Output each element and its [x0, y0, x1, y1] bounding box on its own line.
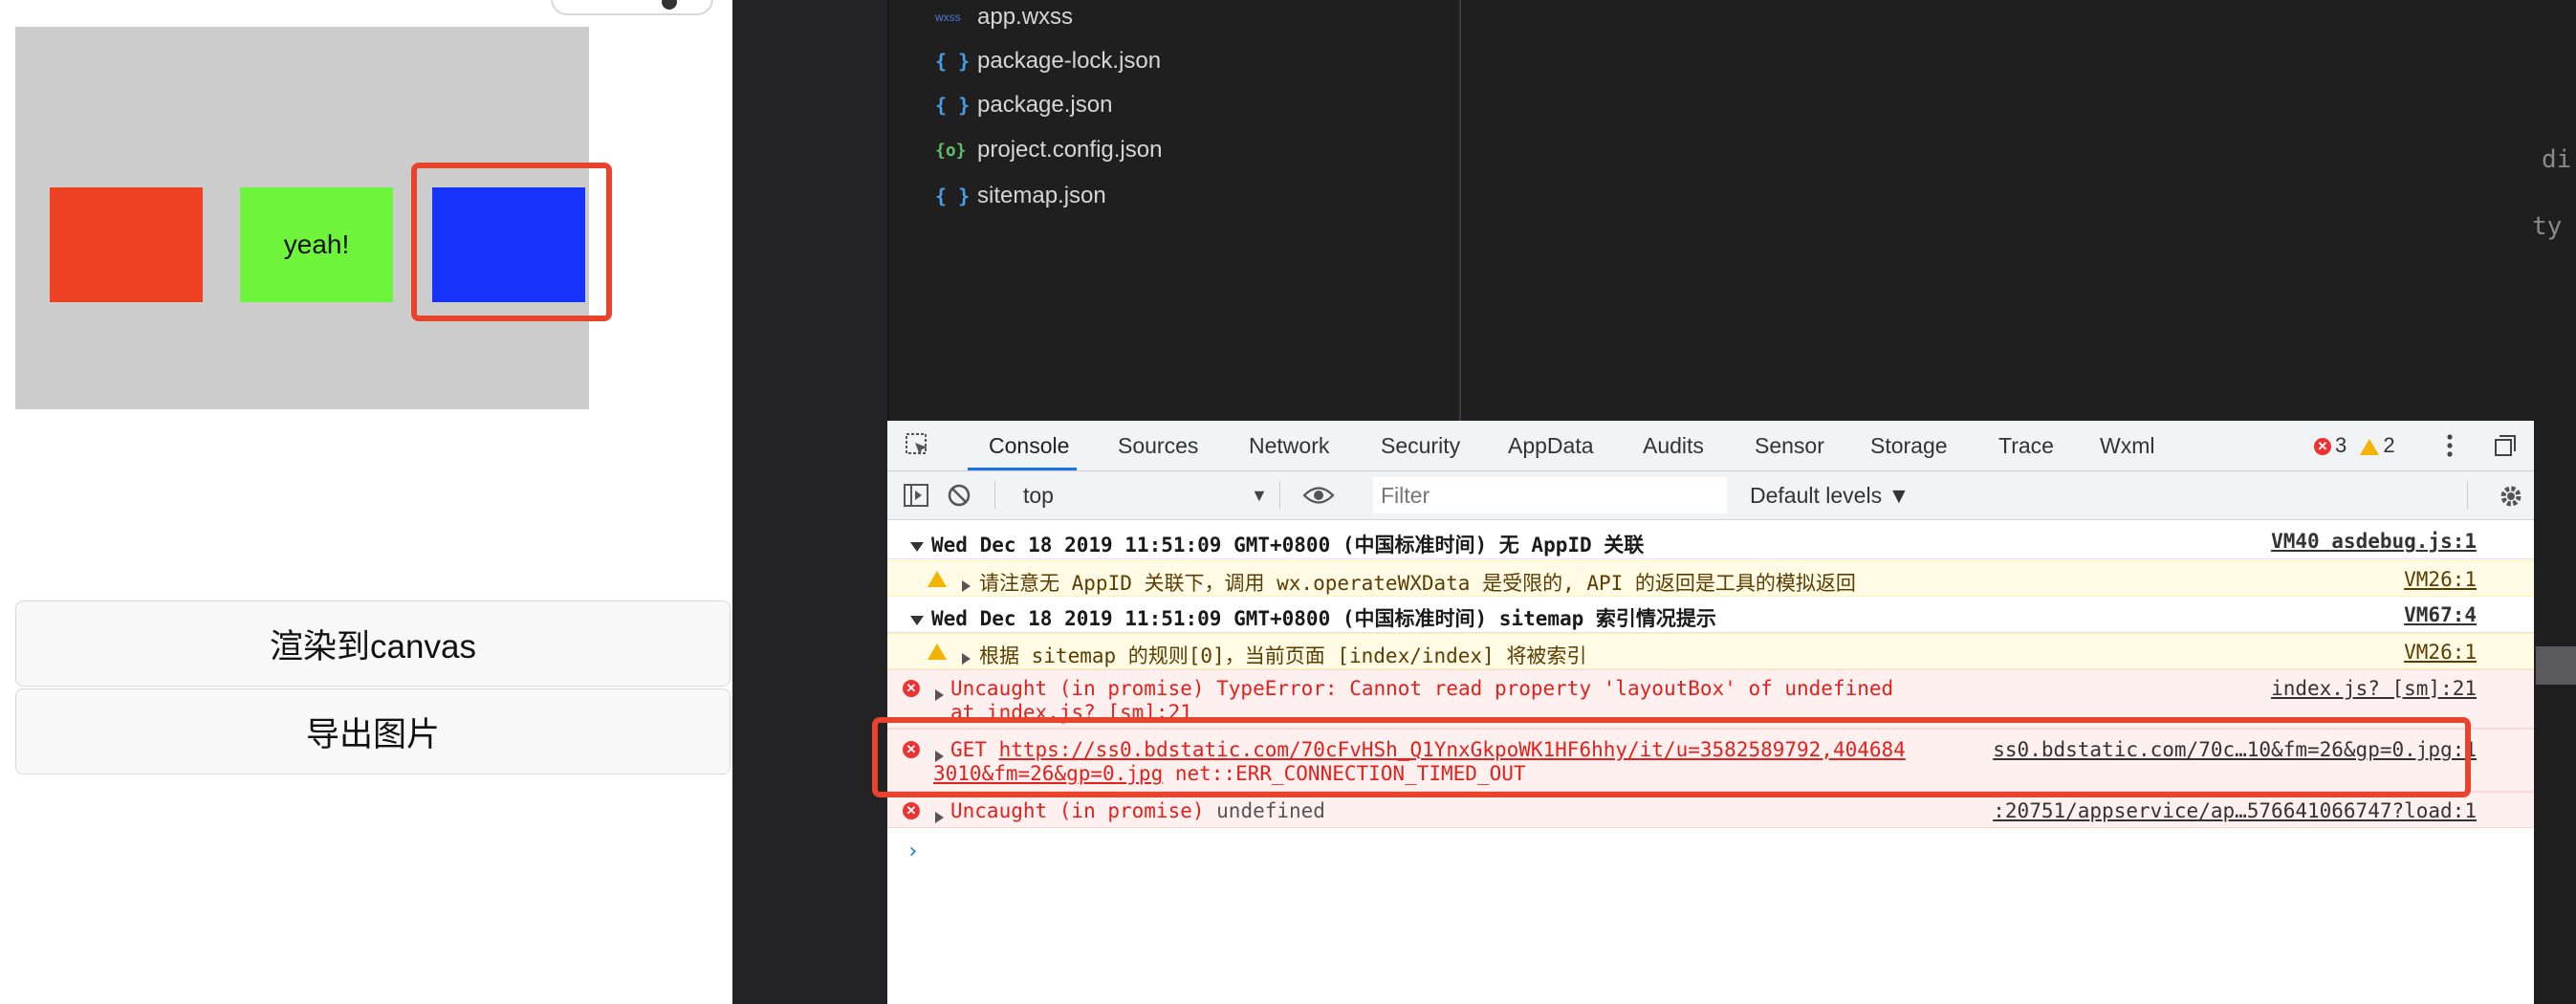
- expand-triangle-icon[interactable]: [962, 653, 971, 665]
- source-link[interactable]: VM26:1: [2404, 568, 2477, 591]
- file-tree-divider[interactable]: [1459, 0, 1461, 421]
- editor-code-fragment: di: [2542, 145, 2572, 174]
- warning-icon: [928, 571, 947, 587]
- green-rectangle: yeah!: [240, 187, 393, 302]
- tab-console[interactable]: Console: [989, 421, 1069, 470]
- file-item-package-json[interactable]: { } package.json: [935, 86, 1112, 124]
- source-link[interactable]: index.js? [sm]:21: [2271, 677, 2477, 700]
- green-rectangle-label: yeah!: [283, 229, 350, 259]
- warning-count: 2: [2383, 433, 2395, 457]
- tab-security[interactable]: Security: [1381, 421, 1460, 470]
- error-text: Uncaught (in promise): [950, 799, 1217, 822]
- warning-text: 请注意无 AppID 关联下，调用 wx.operateWXData 是受限的,…: [979, 572, 1856, 595]
- console-warning-row: 根据 sitemap 的规则[0]，当前页面 [index/index] 将被索…: [887, 633, 2534, 669]
- error-icon: ✕: [903, 802, 920, 819]
- tab-sensor[interactable]: Sensor: [1755, 421, 1824, 470]
- json-file-icon: { }: [935, 94, 971, 117]
- devtools-console-panel: Console Sources Network Security AppData…: [887, 421, 2534, 1004]
- log-levels-dropdown[interactable]: Default levels ▼: [1750, 471, 1910, 519]
- group-title: Wed Dec 18 2019 11:51:09 GMT+0800 (中国标准时…: [931, 607, 1716, 630]
- expand-triangle-icon[interactable]: [935, 812, 944, 823]
- json-file-icon: { }: [935, 50, 971, 73]
- highlight-box-network-error: [872, 717, 2471, 797]
- toolbar-separator: [994, 481, 995, 510]
- more-options-icon[interactable]: [2446, 432, 2454, 459]
- file-name: package.json: [977, 92, 1113, 118]
- config-file-icon: {o}: [935, 140, 967, 161]
- tab-storage[interactable]: Storage: [1870, 421, 1948, 470]
- simulator-viewport: yeah! 渲染到canvas 导出图片: [0, 0, 732, 1004]
- console-group-header[interactable]: Wed Dec 18 2019 11:51:09 GMT+0800 (中国标准时…: [887, 523, 2534, 559]
- tab-sources[interactable]: Sources: [1118, 421, 1198, 470]
- error-count: 3: [2335, 433, 2347, 457]
- context-selector[interactable]: top: [1023, 471, 1214, 519]
- issue-counter[interactable]: ✕ 3 2: [2314, 421, 2395, 470]
- wxss-file-icon: wxss: [935, 11, 961, 24]
- red-rectangle: [50, 187, 203, 302]
- toolbar-separator: [2467, 481, 2468, 510]
- undock-icon[interactable]: [2494, 434, 2517, 457]
- scrollbar-thumb[interactable]: [2536, 646, 2576, 685]
- render-to-canvas-button[interactable]: 渲染到canvas: [15, 600, 731, 687]
- file-name: package-lock.json: [977, 48, 1162, 74]
- active-tab-indicator: [968, 468, 1077, 470]
- tab-appdata[interactable]: AppData: [1508, 421, 1594, 470]
- toolbar-separator: [1279, 481, 1280, 510]
- error-value: undefined: [1216, 799, 1325, 822]
- file-name: project.config.json: [977, 137, 1163, 163]
- inspect-element-icon[interactable]: [905, 432, 931, 459]
- group-title: Wed Dec 18 2019 11:51:09 GMT+0800 (中国标准时…: [931, 534, 1645, 557]
- source-link[interactable]: VM67:4: [2404, 603, 2477, 626]
- error-icon: ✕: [2314, 438, 2331, 456]
- expand-triangle-icon[interactable]: [962, 580, 971, 592]
- file-item-package-lock-json[interactable]: { } package-lock.json: [935, 42, 1161, 80]
- json-file-icon: { }: [935, 185, 971, 207]
- tab-audits[interactable]: Audits: [1643, 421, 1704, 470]
- expand-triangle-icon[interactable]: [935, 689, 944, 701]
- file-item-sitemap-json[interactable]: { } sitemap.json: [935, 177, 1106, 215]
- expand-triangle-icon[interactable]: [910, 542, 924, 552]
- editor-code-fragment: ty: [2532, 212, 2563, 241]
- source-link[interactable]: VM26:1: [2404, 641, 2477, 664]
- ide-gutter: [732, 0, 887, 1004]
- gear-icon[interactable]: [2498, 483, 2524, 510]
- source-link[interactable]: VM40 asdebug.js:1: [2271, 530, 2477, 553]
- tab-wxml[interactable]: Wxml: [2100, 421, 2154, 470]
- file-name: app.wxss: [977, 4, 1074, 30]
- error-icon: ✕: [903, 680, 920, 697]
- warning-icon: [2360, 438, 2380, 455]
- highlight-box-blue-rectangle: [411, 163, 612, 321]
- capsule-button[interactable]: [551, 0, 713, 15]
- console-group-header[interactable]: Wed Dec 18 2019 11:51:09 GMT+0800 (中国标准时…: [887, 597, 2534, 633]
- source-link[interactable]: :20751/appservice/ap…576641066747?load:1: [1993, 799, 2477, 822]
- clear-console-icon[interactable]: [947, 483, 971, 508]
- tab-network[interactable]: Network: [1249, 421, 1329, 470]
- dropdown-arrow-icon[interactable]: ▼: [1251, 471, 1268, 519]
- export-image-button[interactable]: 导出图片: [15, 688, 731, 775]
- file-name: sitemap.json: [977, 183, 1106, 208]
- console-warning-row: 请注意无 AppID 关联下，调用 wx.operateWXData 是受限的,…: [887, 560, 2534, 597]
- file-item-project-config-json[interactable]: {o} project.config.json: [935, 131, 1162, 169]
- live-expression-eye-icon[interactable]: [1302, 485, 1335, 506]
- devtools-tab-bar: Console Sources Network Security AppData…: [887, 421, 2534, 471]
- console-prompt-icon[interactable]: ›: [906, 840, 919, 863]
- console-toolbar: top ▼ Default levels ▼: [887, 471, 2534, 520]
- canvas-stage: yeah!: [15, 27, 612, 409]
- warning-icon: [928, 644, 947, 660]
- tab-trace[interactable]: Trace: [1998, 421, 2054, 470]
- console-filter-input[interactable]: [1373, 477, 1727, 513]
- file-item-app-wxss[interactable]: wxss app.wxss: [935, 0, 1073, 36]
- sidebar-toggle-icon[interactable]: [903, 483, 929, 508]
- expand-triangle-icon[interactable]: [910, 616, 924, 625]
- error-text: Uncaught (in promise) TypeError: Cannot …: [950, 677, 1894, 700]
- warning-text: 根据 sitemap 的规则[0]，当前页面 [index/index] 将被索…: [979, 644, 1587, 667]
